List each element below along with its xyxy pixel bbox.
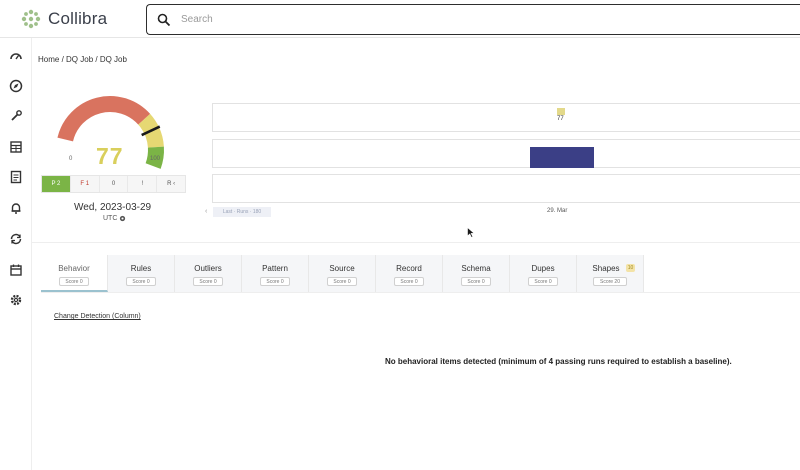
search-bar[interactable] xyxy=(146,4,800,35)
timeline-range-control[interactable]: Last · Runs · 180 xyxy=(213,207,271,217)
search-icon xyxy=(157,13,171,26)
tab-label: Outliers xyxy=(194,264,222,273)
tab-dupes[interactable]: Dupes Score 0 xyxy=(510,255,577,292)
tab-label: Pattern xyxy=(262,264,288,273)
left-nav-rail xyxy=(0,38,32,470)
score-marker[interactable] xyxy=(557,108,565,115)
gauge-arc-low xyxy=(57,96,151,142)
tab-shapes[interactable]: Shapes 10 Score 20 xyxy=(577,255,644,292)
tab-source[interactable]: Source Score 0 xyxy=(309,255,376,292)
search-input[interactable] xyxy=(181,14,741,25)
issue-count-badge: 10 xyxy=(626,264,635,272)
warning-count[interactable]: ! xyxy=(128,176,158,192)
failing-count[interactable]: F 1 xyxy=(70,176,100,192)
tab-score: Score 0 xyxy=(126,277,156,286)
timezone: UTC xyxy=(103,215,126,222)
breadcrumb: Home / DQ Job / DQ Job xyxy=(38,55,127,64)
run-counts: P 2 F 1 0 ! R ‹ xyxy=(41,175,186,193)
mouse-cursor-icon xyxy=(467,227,475,238)
timeline-row-empty xyxy=(212,174,800,203)
run-bar[interactable] xyxy=(530,147,594,168)
compass-icon xyxy=(9,79,23,93)
dimension-tabs: Behavior Score 0 Rules Score 0 Outliers … xyxy=(41,255,644,292)
tab-label: Behavior xyxy=(58,264,90,273)
gauge-min-label: 0 xyxy=(69,156,73,162)
tab-label: Source xyxy=(329,264,355,273)
tab-score: Score 0 xyxy=(461,277,491,286)
timeline-row-runs xyxy=(212,139,800,168)
tab-pattern[interactable]: Pattern Score 0 xyxy=(242,255,309,292)
timeline-axis: ‹ Last · Runs · 180 29. Mar xyxy=(205,207,800,218)
gear-icon xyxy=(10,294,22,306)
change-detection-link[interactable]: Change Detection (Column) xyxy=(54,313,141,320)
table-icon xyxy=(10,141,22,153)
bell-icon xyxy=(11,203,21,214)
nav-sync[interactable] xyxy=(8,231,24,247)
tab-score: Score 0 xyxy=(193,277,223,286)
breadcrumb-separator: / xyxy=(59,55,67,64)
tab-label: Schema xyxy=(461,264,491,273)
tab-schema[interactable]: Schema Score 0 xyxy=(443,255,510,292)
tab-score: Score 0 xyxy=(59,277,89,286)
breadcrumb-parent[interactable]: DQ Job xyxy=(66,55,93,64)
tab-score: Score 0 xyxy=(260,277,290,286)
tabs-divider xyxy=(41,292,800,293)
app-logo[interactable]: Collibra xyxy=(20,7,107,31)
empty-state-message: No behavioral items detected (minimum of… xyxy=(385,357,732,366)
nav-dashboard[interactable] xyxy=(8,48,24,64)
tab-label: Record xyxy=(396,264,422,273)
nav-explore[interactable] xyxy=(8,78,24,94)
tab-record[interactable]: Record Score 0 xyxy=(376,255,443,292)
sync-icon xyxy=(10,233,22,245)
section-divider xyxy=(32,242,800,243)
timeline-date-label: 29. Mar xyxy=(547,208,568,214)
passing-count[interactable]: P 2 xyxy=(42,176,71,192)
report-icon xyxy=(10,170,22,184)
gauge-max-label: 100 xyxy=(150,156,161,162)
run-date: Wed, 2023-03-29 xyxy=(74,202,152,213)
score-marker-label: 77 xyxy=(557,116,564,122)
chevron-left-icon[interactable]: ‹ xyxy=(205,208,207,215)
breadcrumb-home[interactable]: Home xyxy=(38,55,59,64)
calendar-icon xyxy=(10,264,22,276)
tab-rules[interactable]: Rules Score 0 xyxy=(108,255,175,292)
nav-scheduler[interactable] xyxy=(8,262,24,278)
rerun-count[interactable]: R ‹ xyxy=(157,176,185,192)
app-name: Collibra xyxy=(48,9,108,28)
settings-icon[interactable] xyxy=(119,215,126,222)
nav-settings[interactable] xyxy=(8,292,24,308)
quality-score: 77 xyxy=(96,143,124,169)
nav-catalog[interactable] xyxy=(8,139,24,155)
nav-tools[interactable] xyxy=(8,108,24,124)
tab-score: Score 20 xyxy=(593,277,627,286)
nav-reports[interactable] xyxy=(8,169,24,185)
tab-label: Rules xyxy=(130,264,152,273)
tab-behavior[interactable]: Behavior Score 0 xyxy=(41,255,108,292)
tab-score: Score 0 xyxy=(528,277,558,286)
wrench-icon xyxy=(11,110,22,121)
dashboard-icon xyxy=(10,53,22,60)
timeline-row-score: 77 xyxy=(212,103,800,132)
tab-outliers[interactable]: Outliers Score 0 xyxy=(175,255,242,292)
tab-score: Score 0 xyxy=(394,277,424,286)
zero-count[interactable]: 0 xyxy=(99,176,129,192)
tab-label: Dupes xyxy=(531,264,555,273)
breadcrumb-current: DQ Job xyxy=(99,55,127,64)
timezone-label: UTC xyxy=(103,215,118,222)
collibra-logo-icon xyxy=(21,9,41,29)
tab-score: Score 0 xyxy=(327,277,357,286)
top-bar: Collibra xyxy=(0,0,800,38)
breadcrumb-separator: / xyxy=(93,55,100,64)
nav-alerts[interactable] xyxy=(8,200,24,216)
